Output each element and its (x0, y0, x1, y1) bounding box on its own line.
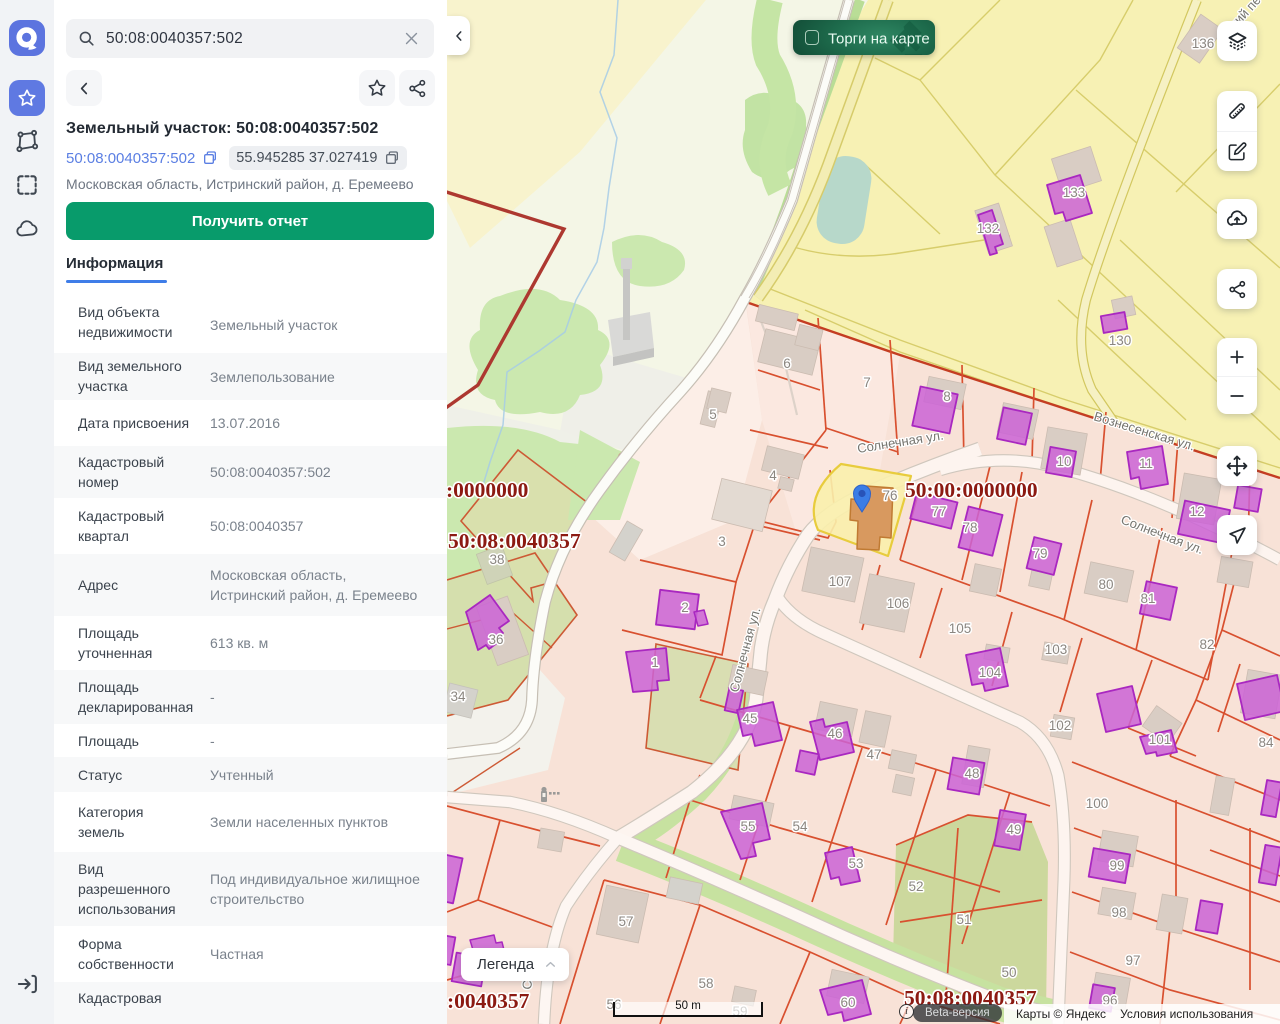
svg-text:100: 100 (1086, 796, 1109, 811)
svg-text:50:08:0040357: 50:08:0040357 (448, 529, 581, 553)
svg-text:84: 84 (1258, 735, 1274, 750)
svg-text:8: 8 (943, 389, 951, 404)
svg-text:34: 34 (450, 689, 466, 704)
svg-text:50: 50 (1001, 965, 1016, 980)
svg-text:97: 97 (1125, 953, 1140, 968)
svg-text:2: 2 (681, 600, 689, 615)
svg-text:11: 11 (1139, 456, 1153, 471)
svg-text:80: 80 (1098, 577, 1113, 592)
svg-text:50:00:0000000: 50:00:0000000 (905, 478, 1038, 502)
svg-text:101: 101 (1149, 732, 1172, 747)
svg-text:103: 103 (1045, 642, 1068, 657)
svg-text:57: 57 (618, 914, 633, 929)
svg-text:99: 99 (1109, 858, 1124, 873)
svg-text:38: 38 (489, 552, 504, 567)
svg-text:36: 36 (488, 632, 503, 647)
svg-text:52: 52 (908, 879, 923, 894)
svg-text:76: 76 (882, 488, 897, 503)
svg-text:82: 82 (1199, 637, 1214, 652)
svg-text:104: 104 (979, 665, 1002, 680)
svg-text:102: 102 (1049, 718, 1072, 733)
svg-text::0000000: :0000000 (447, 478, 528, 502)
svg-text:107: 107 (829, 574, 852, 589)
svg-text:106: 106 (887, 596, 910, 611)
svg-text:4: 4 (769, 468, 777, 483)
svg-text::0040357: :0040357 (447, 989, 530, 1013)
svg-text:105: 105 (949, 621, 972, 636)
svg-text:53: 53 (848, 856, 863, 871)
svg-text:3: 3 (718, 534, 726, 549)
svg-text:45: 45 (742, 711, 757, 726)
svg-text:58: 58 (698, 976, 713, 991)
svg-text:48: 48 (964, 766, 979, 781)
svg-text:10: 10 (1056, 454, 1071, 469)
svg-text:81: 81 (1140, 591, 1155, 606)
svg-text:78: 78 (962, 520, 977, 535)
svg-text:51: 51 (956, 912, 971, 927)
svg-text:6: 6 (783, 356, 791, 371)
svg-text:Торги на карте: Торги на карте (828, 30, 930, 47)
svg-text:55: 55 (740, 819, 755, 834)
svg-text:1: 1 (651, 655, 659, 670)
svg-text:79: 79 (1032, 546, 1047, 561)
svg-text:136: 136 (1192, 36, 1215, 51)
svg-text:46: 46 (827, 726, 842, 741)
svg-text:12: 12 (1189, 504, 1204, 519)
svg-text:132: 132 (977, 221, 1000, 236)
svg-text:60: 60 (840, 995, 855, 1010)
svg-text:7: 7 (863, 375, 871, 390)
svg-text:47: 47 (866, 747, 881, 762)
svg-text:77: 77 (931, 504, 946, 519)
svg-text:130: 130 (1109, 333, 1132, 348)
svg-text:54: 54 (792, 819, 808, 834)
svg-text:133: 133 (1063, 185, 1086, 200)
svg-text:49: 49 (1006, 822, 1021, 837)
svg-text:5: 5 (709, 407, 717, 422)
svg-text:98: 98 (1111, 905, 1126, 920)
